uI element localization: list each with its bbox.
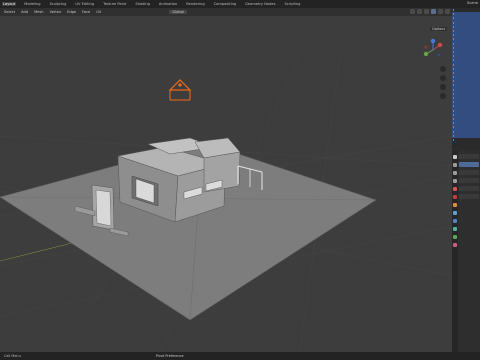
- mesh-icon: [453, 9, 456, 12]
- property-field[interactable]: [459, 162, 479, 167]
- mesh-icon: [453, 130, 456, 133]
- tab-modeling[interactable]: Modeling: [23, 2, 41, 6]
- mesh-icon: [453, 55, 456, 58]
- outliner-row[interactable]: [452, 138, 480, 142]
- mesh-icon: [453, 17, 456, 20]
- properties-content: [458, 151, 480, 352]
- tab-scripting[interactable]: Scripting: [283, 2, 301, 6]
- property-field[interactable]: [459, 170, 479, 175]
- mesh-icon: [453, 25, 456, 28]
- constraints-tab-icon[interactable]: [453, 235, 457, 239]
- viewport-nav-buttons: [440, 66, 446, 99]
- mesh-icon: [453, 138, 456, 141]
- mesh-icon: [453, 13, 456, 16]
- mesh-icon: [453, 101, 456, 104]
- render-tab-icon[interactable]: [453, 163, 457, 167]
- output-tab-icon[interactable]: [453, 171, 457, 175]
- right-panels: [452, 8, 480, 352]
- camera-view-icon[interactable]: [440, 84, 446, 90]
- mesh-icon: [453, 134, 456, 137]
- mesh-icon: [453, 80, 456, 83]
- status-center-hint: Pivot Preference: [156, 353, 184, 358]
- mesh-icon: [453, 38, 456, 41]
- property-field[interactable]: [459, 178, 479, 183]
- mesh-icon: [453, 71, 456, 74]
- tab-sculpting[interactable]: Sculpting: [49, 2, 68, 6]
- zoom-icon[interactable]: [440, 66, 446, 72]
- particles-tab-icon[interactable]: [453, 219, 457, 223]
- navigation-gizmo[interactable]: [422, 38, 444, 62]
- object-tab-icon[interactable]: [453, 203, 457, 207]
- property-field[interactable]: [459, 186, 479, 191]
- scene-canvas: [0, 55, 452, 352]
- property-field[interactable]: [459, 154, 479, 159]
- mesh-icon: [453, 109, 456, 112]
- tab-compositing[interactable]: Compositing: [213, 2, 238, 6]
- mesh-icon: [453, 59, 456, 62]
- mesh-icon: [453, 88, 456, 91]
- mesh-icon: [453, 21, 456, 24]
- property-field[interactable]: [459, 194, 479, 199]
- mesh-icon: [453, 34, 456, 37]
- grid-perspective-icon[interactable]: [440, 93, 446, 99]
- properties-editor[interactable]: [452, 151, 480, 352]
- mesh-icon: [453, 122, 456, 125]
- mesh-icon: [453, 50, 456, 53]
- mesh-icon: [453, 63, 456, 66]
- hand-pan-icon[interactable]: [440, 75, 446, 81]
- world-tab-icon[interactable]: [453, 195, 457, 199]
- mesh-icon: [453, 76, 456, 79]
- mesh-icon: [453, 42, 456, 45]
- status-hint: Call Menu: [4, 354, 21, 358]
- view-layer-tab-icon[interactable]: [453, 179, 457, 183]
- mesh-icon: [453, 105, 456, 108]
- tab-texture-paint[interactable]: Texture Paint: [102, 2, 127, 6]
- mesh-icon: [453, 117, 456, 120]
- mesh-icon: [453, 92, 456, 95]
- mesh-icon: [453, 84, 456, 87]
- tab-animation[interactable]: Animation: [158, 2, 178, 6]
- options-dropdown[interactable]: Options: [430, 27, 448, 31]
- tool-tab-icon[interactable]: [453, 155, 457, 159]
- scene-tab-icon[interactable]: [453, 187, 457, 191]
- modifier-tab-icon[interactable]: [453, 211, 457, 215]
- tab-geometry-nodes[interactable]: Geometry Nodes: [244, 2, 276, 6]
- mesh-icon: [453, 30, 456, 33]
- light-object[interactable]: [168, 79, 192, 101]
- tab-uv-editing[interactable]: UV Editing: [74, 2, 95, 6]
- mesh-icon: [453, 126, 456, 129]
- mesh-icon: [453, 113, 456, 116]
- tab-rendering[interactable]: Rendering: [185, 2, 205, 6]
- status-bar: Call Menu Pivot Preference: [0, 352, 480, 360]
- tab-layout[interactable]: Layout: [2, 2, 17, 6]
- mesh-icon: [453, 67, 456, 70]
- tab-shading[interactable]: Shading: [134, 2, 151, 6]
- physics-tab-icon[interactable]: [453, 227, 457, 231]
- material-tab-icon[interactable]: [453, 243, 457, 247]
- 3d-viewport[interactable]: Select Add Mesh Vertex Edge Face UV Glob…: [0, 8, 452, 352]
- mesh-icon: [453, 46, 456, 49]
- mesh-icon: [453, 97, 456, 100]
- top-bar: Layout Modeling Sculpting UV Editing Tex…: [0, 0, 480, 8]
- scene-selector[interactable]: Scene: [467, 1, 478, 5]
- outliner[interactable]: [452, 8, 480, 148]
